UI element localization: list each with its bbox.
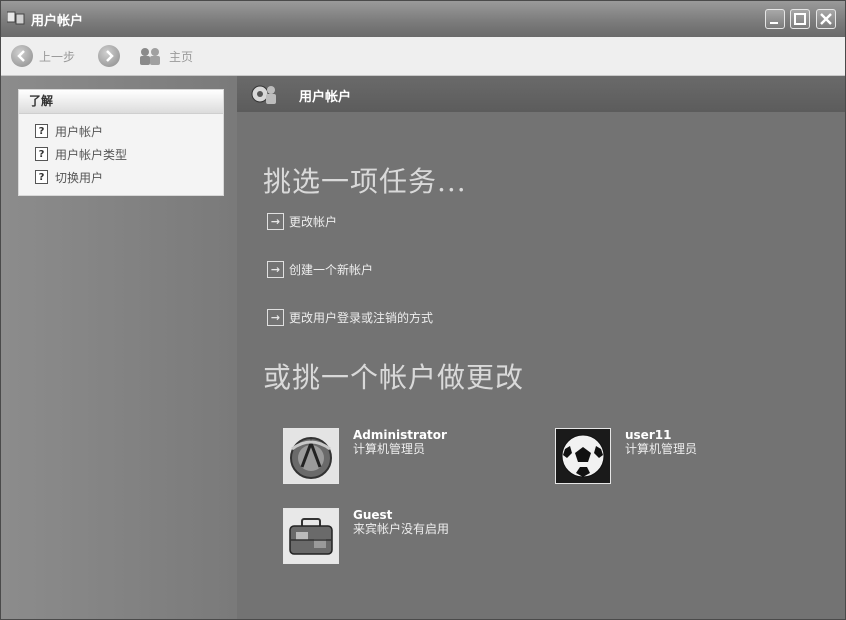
user-accounts-app-icon: [7, 11, 25, 25]
home-users-icon: [140, 48, 160, 65]
minimize-icon: [770, 22, 778, 24]
account-name: user11: [625, 428, 672, 442]
close-button[interactable]: [816, 9, 836, 29]
help-icon: ?: [35, 124, 48, 138]
task-label: 更改用户登录或注销的方式: [289, 310, 434, 325]
account-type: 计算机管理员: [625, 442, 698, 456]
task-label: 创建一个新帐户: [289, 262, 374, 277]
task-change-account[interactable]: → 更改帐户: [267, 211, 337, 231]
account-type: 计算机管理员: [353, 442, 426, 456]
learn-link-switch-users[interactable]: ? 切换用户: [35, 167, 103, 187]
main-content: 用户帐户 挑选一项任务... → 更改帐户 → 创建一个新帐户 → 更改用户登录…: [237, 76, 845, 619]
task-heading: 挑选一项任务...: [263, 165, 467, 198]
back-button[interactable]: 上一步: [11, 37, 75, 75]
navigation-toolbar: 上一步 主页: [1, 37, 845, 76]
account-heading: 或挑一个帐户做更改: [263, 361, 525, 394]
task-label: 更改帐户: [289, 214, 338, 229]
forward-button[interactable]: [98, 37, 120, 75]
learn-link-label: 用户帐户: [55, 124, 104, 139]
title-bar[interactable]: 用户帐户: [1, 1, 845, 37]
soccer-ball-icon: [555, 428, 611, 484]
help-icon: ?: [35, 170, 48, 184]
account-administrator[interactable]: Administrator 计算机管理员: [283, 428, 447, 484]
forward-arrow-icon: [98, 45, 120, 67]
badge-icon: [283, 428, 339, 484]
account-name: Guest: [353, 508, 393, 522]
home-button[interactable]: 主页: [137, 37, 193, 75]
account-name: Administrator: [353, 428, 447, 442]
learn-link-label: 用户帐户类型: [55, 147, 128, 162]
main-header-title: 用户帐户: [299, 90, 352, 105]
learn-link-user-accounts[interactable]: ? 用户帐户: [35, 121, 103, 141]
account-type: 来宾帐户没有启用: [353, 522, 450, 536]
user-accounts-icon: [251, 85, 276, 104]
left-task-pane: 了解 ? 用户帐户 ? 用户帐户类型 ? 切换用户: [1, 76, 237, 619]
learn-link-label: 切换用户: [55, 170, 104, 185]
learn-about-header: 了解: [19, 90, 223, 114]
maximize-button[interactable]: [790, 9, 810, 29]
home-label: 主页: [169, 49, 194, 64]
maximize-icon: [794, 13, 806, 25]
task-change-logon-method[interactable]: → 更改用户登录或注销的方式: [267, 307, 433, 327]
close-icon: [820, 13, 832, 25]
main-header-bar: 用户帐户: [237, 76, 845, 112]
back-arrow-icon: [11, 45, 33, 67]
user-accounts-window: 用户帐户 上一步 主页 了解 ? 用户帐户 ? 用户帐户类型 ? 切换用户 用户…: [0, 0, 846, 620]
help-icon: ?: [35, 147, 48, 161]
learn-about-box: 了解 ? 用户帐户 ? 用户帐户类型 ? 切换用户: [18, 89, 224, 196]
account-guest[interactable]: Guest 来宾帐户没有启用: [283, 508, 449, 564]
arrow-right-icon: →: [267, 260, 284, 278]
arrow-right-icon: →: [267, 308, 284, 326]
suitcase-icon: [283, 508, 339, 564]
back-label: 上一步: [39, 49, 76, 64]
arrow-right-icon: →: [267, 212, 284, 230]
task-create-account[interactable]: → 创建一个新帐户: [267, 259, 373, 279]
minimize-button[interactable]: [765, 9, 785, 29]
window-title: 用户帐户: [31, 14, 84, 29]
learn-link-account-types[interactable]: ? 用户帐户类型: [35, 144, 127, 164]
account-user11[interactable]: user11 计算机管理员: [555, 428, 697, 484]
